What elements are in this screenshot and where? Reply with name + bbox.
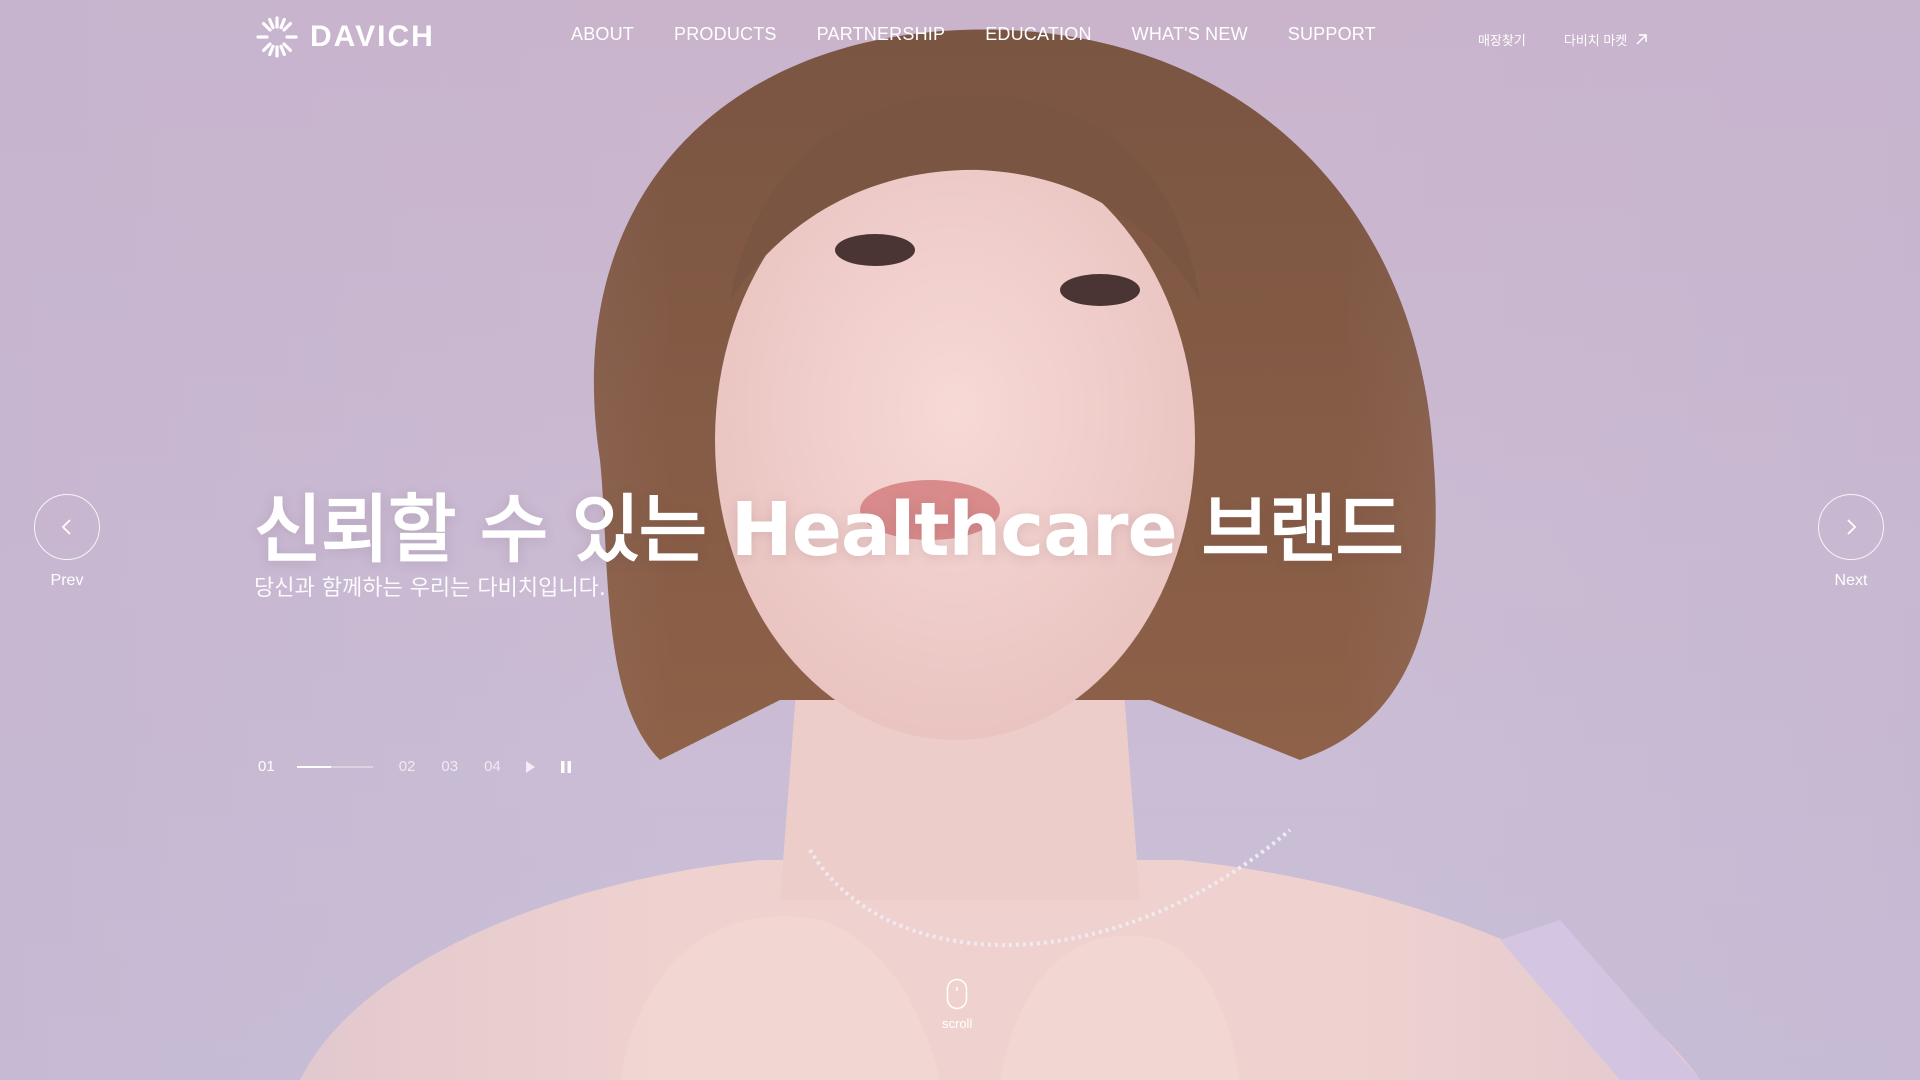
chevron-right-icon <box>1847 519 1857 535</box>
slide-index-1[interactable]: 01 <box>258 758 275 775</box>
pause-button[interactable] <box>559 759 573 775</box>
prev-circle <box>34 494 100 560</box>
utility-links: 매장찾기 다비치 마켓 <box>1478 30 1648 49</box>
mouse-icon <box>946 978 968 1010</box>
slide-index-2[interactable]: 02 <box>399 758 416 775</box>
hero-subline: 당신과 함께하는 우리는 다비치입니다. <box>254 576 606 601</box>
slide-index-4[interactable]: 04 <box>484 758 501 775</box>
prev-slide-button[interactable]: Prev <box>34 494 100 590</box>
hero-slider: DAVICH ABOUT PRODUCTS PARTNERSHIP EDUCAT… <box>0 0 1920 1080</box>
store-finder-label: 매장찾기 <box>1478 33 1526 48</box>
slide-index-3[interactable]: 03 <box>441 758 458 775</box>
external-arrow-icon <box>1636 34 1648 45</box>
nav-item-education[interactable]: EDUCATION <box>985 24 1091 45</box>
nav-item-support[interactable]: SUPPORT <box>1288 24 1376 45</box>
nav-item-whats-new[interactable]: WHAT'S NEW <box>1132 24 1248 45</box>
play-icon <box>525 760 535 773</box>
nav-item-partnership[interactable]: PARTNERSHIP <box>817 24 946 45</box>
prev-label: Prev <box>50 572 84 589</box>
chevron-left-icon <box>61 519 71 535</box>
nav-item-products[interactable]: PRODUCTS <box>674 24 777 45</box>
brand-name: DAVICH <box>310 20 435 53</box>
davich-market-link[interactable]: 다비치 마켓 <box>1564 30 1648 49</box>
store-finder-link[interactable]: 매장찾기 <box>1478 30 1526 49</box>
hero-headline: 신뢰할 수 있는 Healthcare 브랜드 <box>254 487 1404 573</box>
slide-pagination: 01 02 03 04 <box>258 758 573 775</box>
next-label: Next <box>1834 572 1868 589</box>
next-slide-button[interactable]: Next <box>1818 494 1884 590</box>
brand-logo[interactable]: DAVICH <box>254 14 435 60</box>
sunburst-logo-icon <box>256 16 298 58</box>
scroll-indicator[interactable]: scroll <box>942 978 972 1031</box>
next-circle <box>1818 494 1884 560</box>
main-navigation: ABOUT PRODUCTS PARTNERSHIP EDUCATION WHA… <box>571 24 1376 45</box>
davich-market-label: 다비치 마켓 <box>1563 33 1628 48</box>
nav-item-about[interactable]: ABOUT <box>571 24 634 45</box>
slide-progress-fill <box>296 765 331 768</box>
scroll-label: scroll <box>942 1016 973 1031</box>
slide-progress-bar <box>296 765 373 768</box>
play-button[interactable] <box>523 759 537 775</box>
pause-icon <box>560 760 571 773</box>
